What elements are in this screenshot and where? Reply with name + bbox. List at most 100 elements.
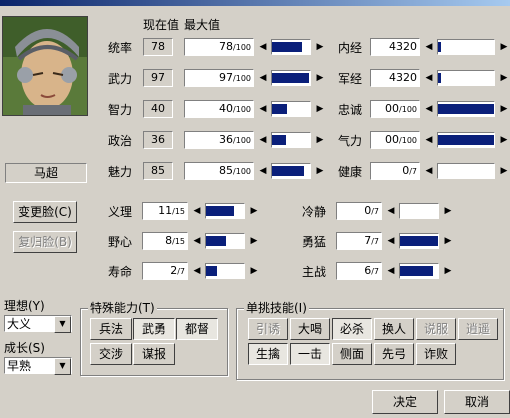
left-stats-value-input[interactable]: 97/100 (184, 69, 254, 87)
duel-skill-button[interactable]: 大喝 (290, 318, 330, 340)
ideal-value: 大义 (7, 317, 32, 331)
increase-arrow-icon[interactable]: ▶ (497, 39, 510, 55)
right-stats-bar (437, 39, 495, 55)
right-stats-label: 内经 (338, 41, 363, 55)
increase-arrow-icon[interactable]: ▶ (313, 101, 327, 117)
left-stats-bar (271, 70, 311, 86)
stat-max: /15 (172, 237, 185, 246)
cancel-button[interactable]: 取消 (444, 390, 510, 414)
decrease-arrow-icon[interactable]: ◀ (384, 203, 398, 219)
duel-skill-button[interactable]: 诈败 (416, 343, 456, 365)
stat-value: 4320 (389, 40, 417, 53)
right-stats-value-input[interactable]: 4320 (370, 69, 420, 87)
duel-skill-button[interactable]: 逍遥 (458, 318, 498, 340)
increase-arrow-icon[interactable]: ▶ (313, 132, 327, 148)
decrease-arrow-icon[interactable]: ◀ (256, 101, 270, 117)
increase-arrow-icon[interactable]: ▶ (497, 70, 510, 86)
left-stats-value-input[interactable]: 40/100 (184, 100, 254, 118)
right-stats-value-input[interactable]: 00/100 (370, 131, 420, 149)
mid-stats-bar (205, 263, 245, 279)
increase-arrow-icon[interactable]: ▶ (313, 70, 327, 86)
decrease-arrow-icon[interactable]: ◀ (384, 233, 398, 249)
decrease-arrow-icon[interactable]: ◀ (422, 101, 436, 117)
increase-arrow-icon[interactable]: ▶ (441, 263, 455, 279)
decrease-arrow-icon[interactable]: ◀ (190, 263, 204, 279)
mid-right-stats-bar (399, 203, 439, 219)
special-ability-button[interactable]: 都督 (176, 318, 218, 340)
decrease-arrow-icon[interactable]: ◀ (256, 70, 270, 86)
decrease-arrow-icon[interactable]: ◀ (422, 132, 436, 148)
special-ability-button[interactable]: 兵法 (90, 318, 132, 340)
left-stats-bar (271, 39, 311, 55)
left-stats-current-value: 85 (143, 162, 173, 180)
right-stats-label: 气力 (338, 134, 363, 148)
left-stats-bar (271, 132, 311, 148)
duel-skill-button[interactable]: 引诱 (248, 318, 288, 340)
increase-arrow-icon[interactable]: ▶ (247, 203, 261, 219)
restore-face-button[interactable]: 复归脸(B) (13, 231, 77, 253)
decrease-arrow-icon[interactable]: ◀ (422, 163, 436, 179)
change-face-button[interactable]: 变更脸(C) (13, 201, 77, 223)
stat-value: 00 (385, 102, 400, 115)
right-stats-value-input[interactable]: 4320 (370, 38, 420, 56)
mid-stats-value-input[interactable]: 8/15 (142, 232, 188, 250)
increase-arrow-icon[interactable]: ▶ (441, 203, 455, 219)
mid-right-stats-value-input[interactable]: 6/7 (336, 262, 382, 280)
duel-skill-button[interactable]: 先弓 (374, 343, 414, 365)
left-stats-value-input[interactable]: 78/100 (184, 38, 254, 56)
stat-max: /7 (177, 267, 185, 276)
decrease-arrow-icon[interactable]: ◀ (422, 39, 436, 55)
mid-right-stats-label: 冷静 (302, 205, 327, 219)
bar-fill (272, 73, 309, 83)
ideal-select[interactable]: 大义 ▼ (4, 315, 72, 333)
mid-right-stats-value-input[interactable]: 0/7 (336, 202, 382, 220)
duel-skill-button[interactable]: 必杀 (332, 318, 372, 340)
right-stats-label: 健康 (338, 165, 363, 179)
decrease-arrow-icon[interactable]: ◀ (256, 39, 270, 55)
chevron-down-icon[interactable]: ▼ (54, 358, 71, 375)
current-value-header: 现在值 (143, 18, 180, 32)
stat-value: 4320 (389, 71, 417, 84)
duel-skill-button[interactable]: 换人 (374, 318, 414, 340)
bar-fill (206, 266, 217, 276)
duel-skill-button[interactable]: 生擒 (248, 343, 288, 365)
special-ability-button[interactable]: 谋报 (133, 343, 175, 365)
decrease-arrow-icon[interactable]: ◀ (422, 70, 436, 86)
increase-arrow-icon[interactable]: ▶ (497, 101, 510, 117)
stat-value: 85 (219, 164, 234, 177)
stat-max: /100 (233, 105, 251, 114)
special-ability-button[interactable]: 交涉 (90, 343, 132, 365)
ok-button[interactable]: 决定 (372, 390, 438, 414)
left-stats-value-input[interactable]: 85/100 (184, 162, 254, 180)
duel-skill-button[interactable]: 侧面 (332, 343, 372, 365)
decrease-arrow-icon[interactable]: ◀ (256, 163, 270, 179)
increase-arrow-icon[interactable]: ▶ (441, 233, 455, 249)
mid-stats-value-input[interactable]: 2/7 (142, 262, 188, 280)
growth-label: 成长(S) (4, 341, 45, 355)
special-ability-button[interactable]: 武勇 (133, 318, 175, 340)
increase-arrow-icon[interactable]: ▶ (497, 132, 510, 148)
bar-fill (272, 166, 305, 176)
decrease-arrow-icon[interactable]: ◀ (384, 263, 398, 279)
increase-arrow-icon[interactable]: ▶ (497, 163, 510, 179)
decrease-arrow-icon[interactable]: ◀ (256, 132, 270, 148)
increase-arrow-icon[interactable]: ▶ (247, 233, 261, 249)
mid-stats-value-input[interactable]: 11/15 (142, 202, 188, 220)
duel-skill-button[interactable]: 一击 (290, 343, 330, 365)
stat-max: /100 (233, 74, 251, 83)
bar-fill (400, 236, 438, 246)
right-stats-value-input[interactable]: 00/100 (370, 100, 420, 118)
increase-arrow-icon[interactable]: ▶ (247, 263, 261, 279)
duel-skill-button[interactable]: 说服 (416, 318, 456, 340)
mid-stats-label: 义理 (108, 205, 133, 219)
right-stats-value-input[interactable]: 0/7 (370, 162, 420, 180)
left-stats-value-input[interactable]: 36/100 (184, 131, 254, 149)
growth-select[interactable]: 早熟 ▼ (4, 357, 72, 375)
decrease-arrow-icon[interactable]: ◀ (190, 233, 204, 249)
increase-arrow-icon[interactable]: ▶ (313, 163, 327, 179)
decrease-arrow-icon[interactable]: ◀ (190, 203, 204, 219)
mid-right-stats-value-input[interactable]: 7/7 (336, 232, 382, 250)
mid-stats-label: 野心 (108, 235, 133, 249)
chevron-down-icon[interactable]: ▼ (54, 316, 71, 333)
increase-arrow-icon[interactable]: ▶ (313, 39, 327, 55)
